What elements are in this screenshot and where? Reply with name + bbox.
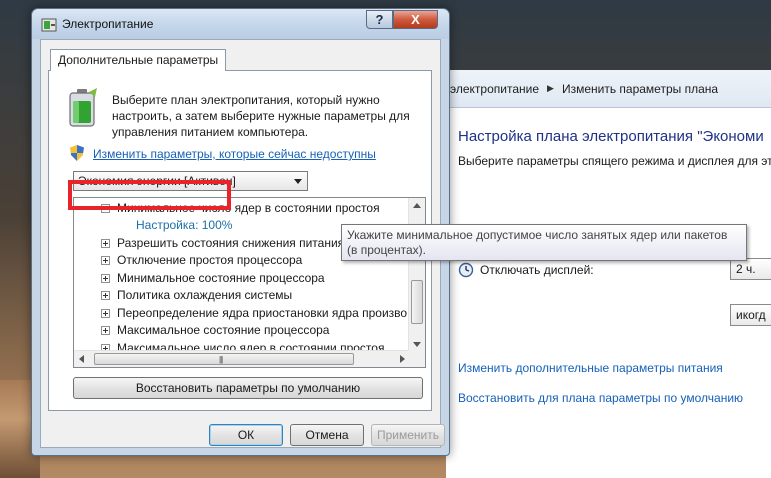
help-button[interactable]: ?: [366, 10, 393, 29]
expand-icon[interactable]: [101, 309, 110, 318]
breadcrumb-item[interactable]: электропитание: [450, 82, 539, 96]
expand-icon[interactable]: [101, 256, 110, 265]
apply-button[interactable]: Применить: [371, 424, 445, 446]
setting-value-label: Настройка: 100%: [136, 218, 233, 232]
page-subtitle: Выберите параметры спящего режима и дисп…: [458, 154, 771, 168]
settings-tree-list: Минимальное число ядер в состоянии прост…: [74, 198, 410, 352]
dialog-title: Электропитание: [62, 17, 154, 31]
advanced-settings-link[interactable]: Изменить дополнительные параметры питани…: [458, 361, 723, 375]
scroll-up-icon[interactable]: [413, 203, 421, 208]
expand-icon[interactable]: [101, 291, 110, 300]
intro-text: Выберите план электропитания, который ну…: [112, 93, 410, 139]
tree-item-label: Политика охлаждения системы: [117, 288, 293, 302]
tree-item-label: Минимальное состояние процессора: [117, 271, 325, 285]
scrollbar-corner: [408, 350, 425, 367]
breadcrumb-item[interactable]: Изменить параметры плана: [562, 82, 718, 96]
tree-item-label: Переопределение ядра приостановки ядра п…: [117, 306, 410, 320]
power-plan-settings-window: электропитание ▶ Изменить параметры план…: [446, 70, 771, 478]
tree-item-cooling-policy[interactable]: Политика охлаждения системы: [74, 287, 410, 304]
restore-plan-defaults-link[interactable]: Восстановить для плана параметры по умол…: [458, 391, 743, 405]
restore-defaults-button[interactable]: Восстановить параметры по умолчанию: [73, 377, 423, 399]
tree-item-label: Отключение простоя процессора: [117, 253, 303, 267]
battery-icon: [69, 88, 97, 127]
vertical-scrollbar[interactable]: [408, 198, 425, 352]
expand-icon[interactable]: [101, 239, 110, 248]
close-button[interactable]: X: [393, 10, 438, 29]
tab-advanced-settings[interactable]: Дополнительные параметры: [50, 49, 227, 71]
page-title: Настройка плана электропитания "Экономи: [458, 128, 764, 145]
change-unavailable-settings-link[interactable]: Изменить параметры, которые сейчас недос…: [93, 147, 376, 161]
title-bar[interactable]: Электропитание ? X: [32, 9, 449, 39]
tree-item-core-parking-override[interactable]: Переопределение ядра приостановки ядра п…: [74, 305, 410, 322]
display-off-label: Отключать дисплей:: [480, 263, 594, 277]
scroll-down-icon[interactable]: [413, 342, 421, 347]
scroll-thumb[interactable]: [94, 353, 354, 365]
chevron-down-icon: [294, 179, 302, 184]
scroll-right-icon[interactable]: [400, 355, 405, 363]
horizontal-scrollbar[interactable]: |||: [74, 350, 410, 367]
expand-icon[interactable]: [101, 274, 110, 283]
settings-tree[interactable]: Минимальное число ядер в состоянии прост…: [73, 197, 426, 368]
cancel-button[interactable]: Отмена: [290, 424, 364, 446]
expand-icon[interactable]: [101, 326, 110, 335]
power-options-icon: [41, 18, 57, 32]
scroll-thumb[interactable]: [411, 280, 423, 324]
tree-item-min-processor-state[interactable]: Минимальное состояние процессора: [74, 270, 410, 287]
tooltip: Укажите минимальное допустимое число зан…: [341, 224, 747, 261]
tree-item-label: Максимальное состояние процессора: [117, 323, 330, 337]
scroll-left-icon[interactable]: [79, 355, 84, 363]
monitor-clock-icon: [458, 262, 474, 278]
tree-item-max-processor-state[interactable]: Максимальное состояние процессора: [74, 322, 410, 339]
tree-item-label: Разрешить состояния снижения питания: [117, 236, 345, 250]
address-bar[interactable]: электропитание ▶ Изменить параметры план…: [446, 70, 771, 108]
display-off-row: Отключать дисплей:: [458, 262, 594, 278]
display-off-select[interactable]: 2 ч.: [730, 258, 771, 280]
ok-button[interactable]: ОК: [209, 424, 283, 446]
uac-shield-icon: [70, 145, 84, 161]
highlight-box: [68, 180, 231, 210]
breadcrumb-separator-icon: ▶: [547, 83, 554, 93]
sleep-select[interactable]: икогд: [730, 304, 771, 326]
grip-icon: |||: [219, 355, 223, 364]
